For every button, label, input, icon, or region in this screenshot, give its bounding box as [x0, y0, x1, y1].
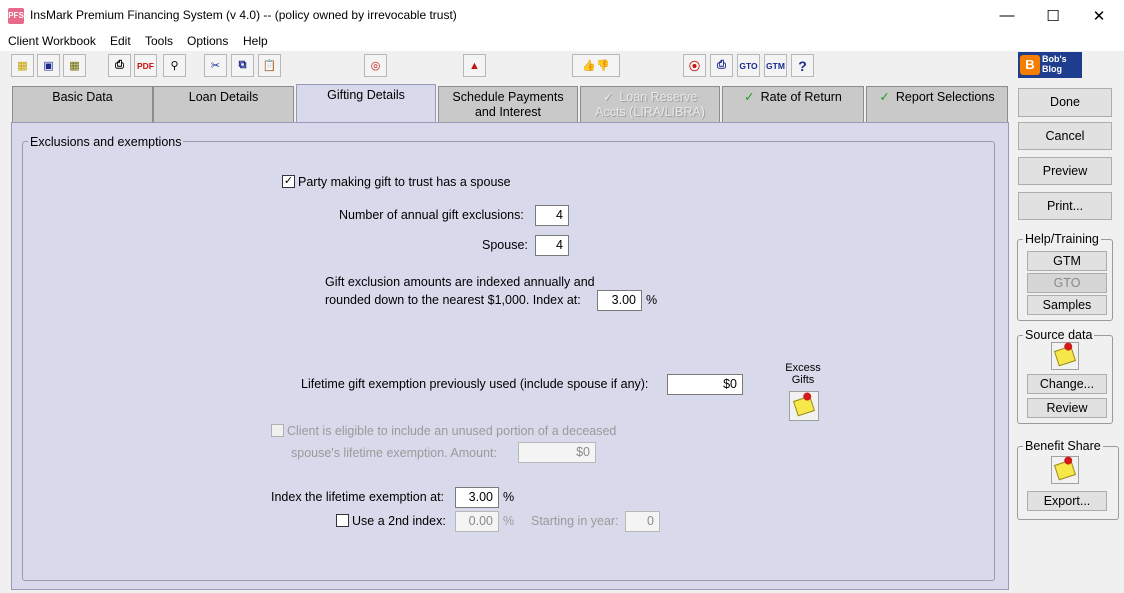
indexed-note-line2: rounded down to the nearest $1,000. Inde… — [325, 293, 581, 307]
starting-year-input[interactable]: 0 — [625, 511, 660, 532]
menu-edit[interactable]: Edit — [110, 34, 131, 48]
spouse-checkbox-label: Party making gift to trust has a spouse — [298, 175, 511, 189]
note-pin-icon — [792, 395, 816, 417]
review-button[interactable]: Review — [1027, 398, 1107, 418]
annual-exclusions-label: Number of annual gift exclusions: — [339, 208, 524, 222]
check-icon: ✓ — [602, 90, 614, 104]
bobs-blog-button[interactable]: B Bob's Blog — [1018, 52, 1082, 78]
note-pin-icon — [1053, 345, 1077, 367]
percent-label: % — [503, 490, 515, 504]
spouse-exclusions-input[interactable]: 4 — [535, 235, 569, 256]
blogger-icon: B — [1020, 55, 1040, 75]
tab-basic-data[interactable]: Basic Data — [12, 86, 153, 122]
paste-icon[interactable]: 📋 — [258, 54, 281, 77]
gtm-icon[interactable]: GTM — [764, 54, 787, 77]
cut-icon[interactable]: ✂ — [204, 54, 227, 77]
menu-client-workbook[interactable]: Client Workbook — [8, 34, 96, 48]
second-index-checkbox[interactable] — [336, 514, 349, 527]
lifetime-used-input[interactable]: $0 — [667, 374, 743, 395]
menu-tools[interactable]: Tools — [145, 34, 173, 48]
tab-loan-details[interactable]: Loan Details — [153, 86, 294, 122]
tab-label: Schedule Payments and Interest — [452, 90, 564, 119]
done-button[interactable]: Done — [1018, 88, 1112, 117]
tab-report-selections[interactable]: ✓ Report Selections — [866, 86, 1008, 122]
open-folder-icon[interactable]: ▦ — [11, 54, 34, 77]
deceased-amount-input[interactable]: $0 — [518, 442, 596, 463]
print-icon[interactable]: ⎙ — [108, 54, 131, 77]
second-index-input[interactable]: 0.00 — [455, 511, 499, 532]
blog-label: Bob's Blog — [1042, 54, 1067, 74]
deceased-spouse-checkbox[interactable] — [271, 424, 284, 437]
benefit-share-title: Benefit Share — [1023, 439, 1103, 453]
tab-label: Rate of Return — [760, 90, 842, 104]
window-title: InsMark Premium Financing System (v 4.0)… — [30, 8, 457, 22]
lifetime-index-label: Index the lifetime exemption at: — [271, 490, 445, 504]
gto-icon[interactable]: GTO — [737, 54, 760, 77]
broadcast-icon[interactable]: ⦿ — [683, 54, 706, 77]
copy-icon[interactable]: ⧉ — [231, 54, 254, 77]
lifetime-used-label: Lifetime gift exemption previously used … — [301, 377, 649, 391]
gtm-button[interactable]: GTM — [1027, 251, 1107, 271]
group-title: Exclusions and exemptions — [28, 135, 184, 149]
print-button[interactable]: Print... — [1018, 192, 1112, 220]
samples-button[interactable]: Samples — [1027, 295, 1107, 315]
excess-gifts-label: Excess Gifts — [785, 362, 821, 386]
export-button[interactable]: Export... — [1027, 491, 1107, 511]
tab-label: Loan Details — [188, 90, 259, 104]
maximize-button[interactable]: ☐ — [1030, 0, 1076, 31]
lifetime-index-input[interactable]: 3.00 — [455, 487, 499, 508]
thumbs-icon[interactable]: 👍 👎 — [572, 54, 620, 77]
spouse-checkbox[interactable]: ✓ — [282, 175, 295, 188]
title-bar: PFS InsMark Premium Financing System (v … — [0, 0, 1124, 31]
tab-gifting-details[interactable]: Gifting Details — [296, 84, 436, 122]
percent-label: % — [503, 514, 515, 528]
change-button[interactable]: Change... — [1027, 374, 1107, 394]
tab-rate-of-return[interactable]: ✓ Rate of Return — [722, 86, 864, 122]
print-preview-icon[interactable]: ⚲ — [163, 54, 186, 77]
percent-label: % — [646, 293, 658, 307]
source-data-title: Source data — [1023, 328, 1095, 342]
app-icon: PFS — [8, 8, 24, 24]
excess-gifts-button[interactable] — [789, 391, 819, 421]
indexed-note-line1: Gift exclusion amounts are indexed annua… — [325, 275, 595, 289]
help-training-title: Help/Training — [1023, 232, 1101, 246]
second-index-label: Use a 2nd index: — [352, 514, 446, 528]
close-button[interactable]: ✕ — [1076, 0, 1122, 31]
cancel-button[interactable]: Cancel — [1018, 122, 1112, 150]
exclusion-index-input[interactable]: 3.00 — [597, 290, 642, 311]
tab-label: Report Selections — [895, 90, 995, 104]
annual-exclusions-input[interactable]: 4 — [535, 205, 569, 226]
fax-icon[interactable]: ⎙ — [710, 54, 733, 77]
pdf-icon[interactable]: PDF — [134, 54, 157, 77]
benefit-share-pin-button[interactable] — [1051, 456, 1079, 484]
minimize-button[interactable]: — — [984, 0, 1030, 31]
starting-year-label: Starting in year: — [531, 514, 619, 528]
source-data-pin-button[interactable] — [1051, 342, 1079, 370]
note-pin-icon — [1053, 459, 1077, 481]
check-icon: ✓ — [744, 90, 755, 104]
deceased-spouse-line2: spouse's lifetime exemption. Amount: — [291, 446, 497, 460]
tab-label: Gifting Details — [327, 88, 405, 102]
target-icon[interactable]: ◎ — [364, 54, 387, 77]
save-icon[interactable]: ▣ — [37, 54, 60, 77]
gto-button[interactable]: GTO — [1027, 273, 1107, 293]
preview-button[interactable]: Preview — [1018, 157, 1112, 185]
menu-bar: Client Workbook Edit Tools Options Help — [0, 31, 1124, 51]
toolbar: ▦ ▣ ▦ ⎙ PDF ⚲ ✂ ⧉ 📋 ◎ ▲ 👍 👎 ⦿ ⎙ GTO GTM ? — [0, 51, 1124, 81]
tab-label: Basic Data — [52, 90, 113, 104]
help-icon[interactable]: ? — [791, 54, 814, 77]
menu-options[interactable]: Options — [187, 34, 228, 48]
export-folder-icon[interactable]: ▦ — [63, 54, 86, 77]
tab-schedule-payments[interactable]: Schedule Payments and Interest — [438, 86, 578, 122]
check-icon: ✓ — [879, 90, 890, 104]
alert-icon[interactable]: ▲ — [463, 54, 486, 77]
tab-loan-reserve-accts[interactable]: ✓ Loan Reserve Accts (LIRA/LIBRA) — [580, 86, 720, 122]
spouse-exclusions-label: Spouse: — [482, 238, 528, 252]
deceased-spouse-line1: Client is eligible to include an unused … — [287, 424, 617, 438]
menu-help[interactable]: Help — [243, 34, 268, 48]
